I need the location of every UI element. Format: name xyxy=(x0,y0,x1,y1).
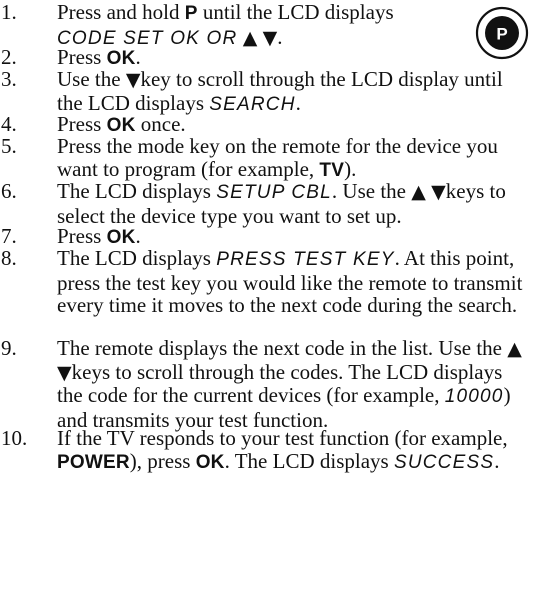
step-text-part: Press xyxy=(57,224,107,248)
key-name: TV xyxy=(319,159,345,181)
key-name: OK xyxy=(106,227,136,248)
step-text-part: ), press xyxy=(129,448,196,473)
lcd-text: SETUP CBL xyxy=(216,182,332,203)
step-text-part: The LCD displays xyxy=(57,246,217,270)
key-name: POWER xyxy=(57,451,130,473)
step-number: 1. xyxy=(1,0,17,24)
step-text-part: . xyxy=(295,90,301,115)
step-text-part: . xyxy=(494,448,500,473)
step-text: The remote displays the next code in the… xyxy=(57,337,527,431)
step-text-part: Press xyxy=(57,45,107,69)
step-text: The LCD displays SETUP CBL. Use the ▲ ▼k… xyxy=(57,180,527,227)
step-number: 7. xyxy=(1,224,17,248)
down-arrow-icon: ▼ xyxy=(431,181,446,203)
step-text-part: . The LCD displays xyxy=(224,448,394,473)
key-name: OK xyxy=(106,115,136,136)
step-text-part: The remote displays the next code in the… xyxy=(57,336,508,360)
step-text-part: Press xyxy=(57,112,107,136)
step-text-part: . xyxy=(277,24,283,49)
lcd-text: PRESS TEST KEY xyxy=(216,249,395,270)
step-text-part: . Use the xyxy=(331,179,412,203)
step-number: 6. xyxy=(1,179,17,203)
step-text: If the TV responds to your test function… xyxy=(57,427,527,474)
down-arrow-icon: ▼ xyxy=(57,361,72,384)
up-arrow-icon: ▲ xyxy=(507,338,522,360)
step-number: 8. xyxy=(1,246,17,270)
step-number: 5. xyxy=(1,134,17,158)
up-arrow-icon: ▲ xyxy=(411,181,426,203)
key-name: P xyxy=(184,3,198,24)
p-button-letter: P xyxy=(496,25,507,44)
step-text-part: Press and hold xyxy=(57,0,185,24)
step-text-part: The LCD displays xyxy=(57,179,217,203)
down-arrow-icon: ▼ xyxy=(125,69,141,91)
step-text: The LCD displays PRESS TEST KEY. At this… xyxy=(57,247,527,317)
lcd-text: SEARCH xyxy=(209,93,296,115)
step-text: Press and hold P until the LCD displays … xyxy=(57,1,457,50)
step-text-part: . xyxy=(135,45,141,69)
step-number: 3. xyxy=(1,67,17,91)
step-text-part: ). xyxy=(344,156,357,181)
step-text-part: Press the mode key on the remote for the… xyxy=(57,134,498,181)
step-number: 10. xyxy=(1,426,28,450)
step-text-part: If the TV responds to your test function… xyxy=(57,426,508,450)
lcd-text: 10000 xyxy=(444,386,504,407)
step-text-part: Use the xyxy=(57,67,126,91)
step-text-part: . xyxy=(135,224,141,248)
step-text: Use the ▼key to scroll through the LCD d… xyxy=(57,68,527,116)
step-number: 9. xyxy=(1,336,17,360)
step-number: 2. xyxy=(1,45,17,69)
step-text-part: until the LCD displays xyxy=(197,0,394,24)
key-name: OK xyxy=(106,48,136,69)
step-text: Press the mode key on the remote for the… xyxy=(57,135,527,182)
step-text-part: once. xyxy=(135,112,186,136)
step-number: 4. xyxy=(1,112,17,136)
lcd-text: SUCCESS xyxy=(393,451,495,473)
key-name: OK xyxy=(195,451,225,473)
step-text-part: keys to scroll through the codes. The LC… xyxy=(57,359,503,407)
